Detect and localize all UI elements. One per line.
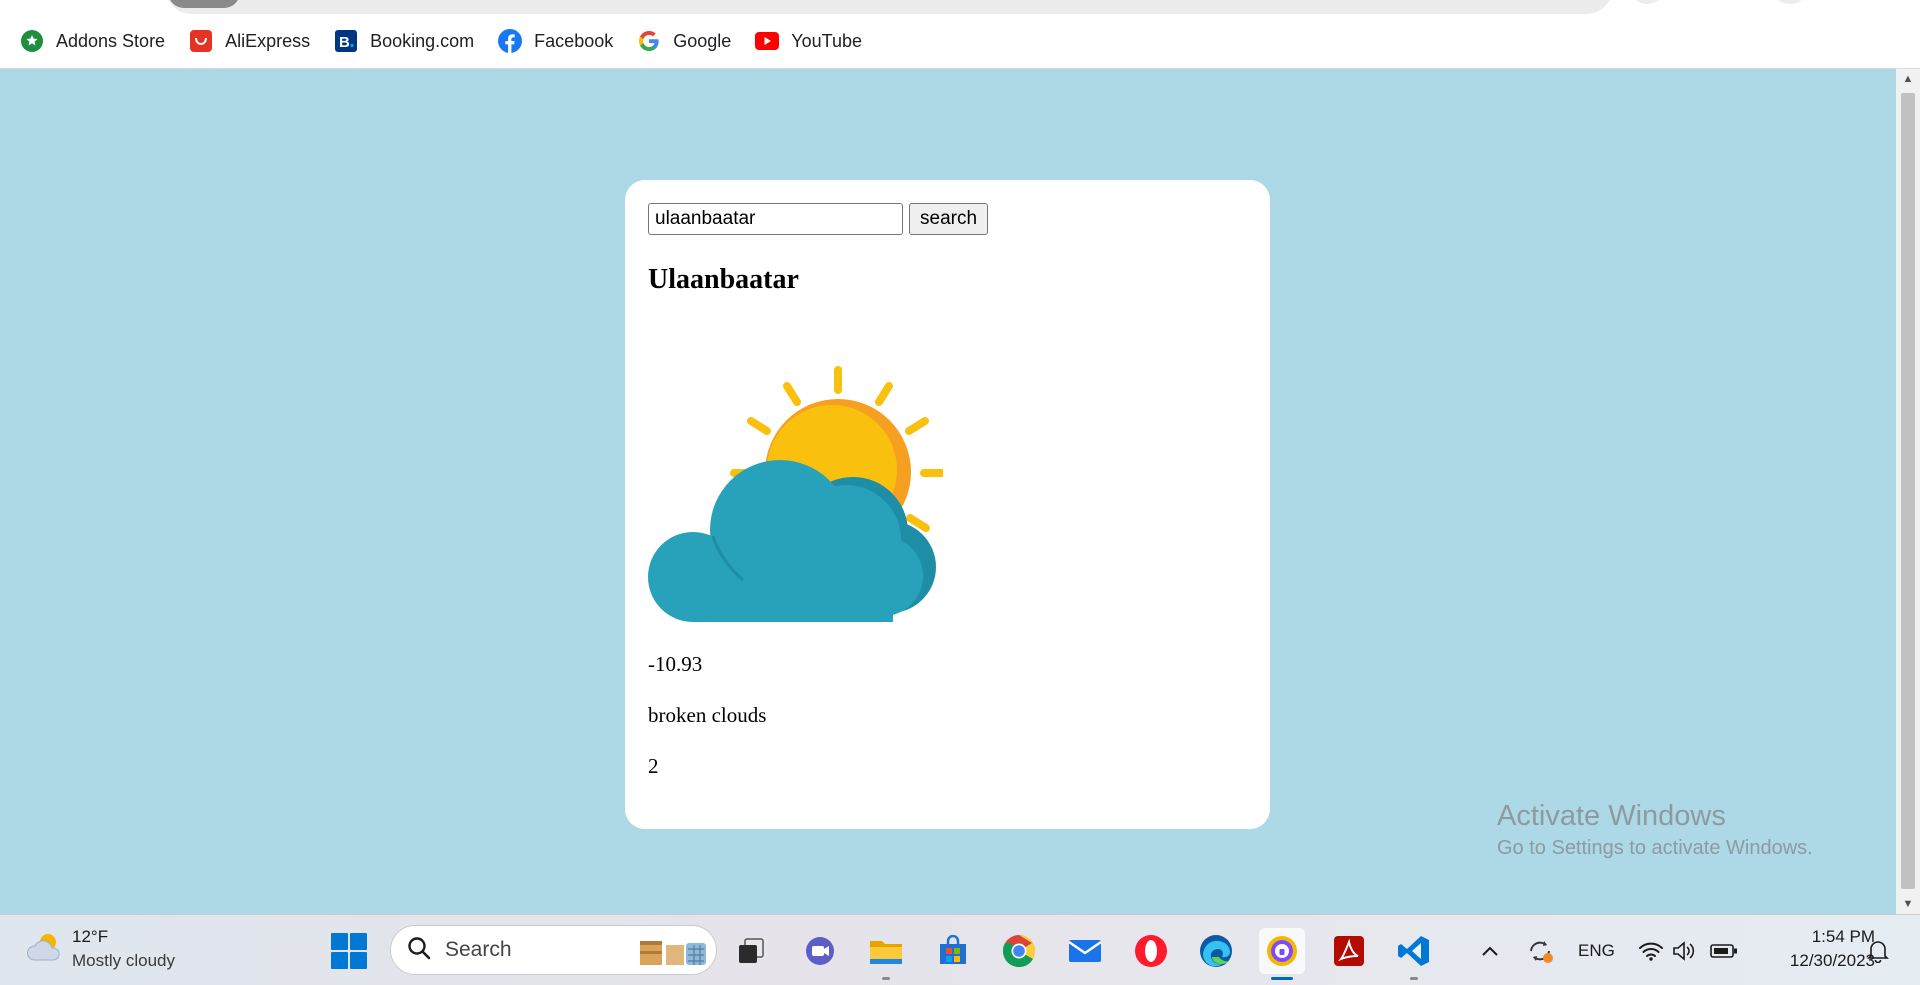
start-icon[interactable] (331, 933, 367, 969)
volume-icon[interactable] (1672, 915, 1696, 985)
bookmark-label: AliExpress (225, 30, 311, 51)
taskbar-weather-widget[interactable]: 12°F Mostly cloudy (26, 925, 175, 973)
vpn-icon[interactable] (1259, 928, 1305, 980)
temperature-value: -10.93 (648, 652, 703, 676)
toolbar-button[interactable] (1632, 0, 1662, 4)
search-row: search (648, 203, 989, 235)
sun-behind-cloud-icon (648, 362, 946, 622)
addons-store-icon (20, 29, 44, 53)
scroll-down-icon[interactable]: ▼ (1896, 894, 1920, 914)
search-button[interactable]: search (909, 203, 989, 235)
booking-icon: B (334, 29, 358, 53)
wifi-icon[interactable] (1638, 915, 1664, 985)
page-scrollbar[interactable]: ▲ ▼ (1896, 69, 1920, 914)
bookmark-facebook[interactable]: Facebook (498, 29, 613, 53)
battery-icon[interactable] (1710, 915, 1738, 985)
taskbar-clock[interactable]: 1:54 PM 12/30/2023 (1755, 925, 1875, 973)
watermark-subtitle: Go to Settings to activate Windows. (1497, 837, 1813, 859)
opera-icon[interactable] (1128, 928, 1174, 974)
bookmark-label: YouTube (791, 30, 863, 51)
input-language-indicator[interactable]: ENG (1578, 915, 1615, 985)
partly-cloudy-icon (26, 930, 64, 969)
bookmark-youtube[interactable]: YouTube (755, 29, 862, 53)
search-highlight-icon (636, 933, 710, 969)
youtube-icon (755, 29, 780, 53)
city-search-input[interactable] (648, 203, 903, 235)
sync-icon[interactable] (1525, 915, 1555, 985)
taskbar-temperature: 12°F (72, 927, 109, 946)
acrobat-icon[interactable] (1326, 928, 1372, 974)
scroll-up-icon[interactable]: ▲ (1896, 69, 1920, 89)
chrome-icon[interactable] (996, 928, 1042, 974)
watermark-title: Activate Windows (1497, 800, 1726, 832)
bookmark-label: Booking.com (370, 30, 475, 51)
clock-time: 1:54 PM (1811, 927, 1875, 946)
bookmark-booking[interactable]: B Booking.com (334, 29, 474, 53)
search-icon (407, 936, 431, 965)
task-view-icon[interactable] (728, 928, 774, 974)
microsoft-store-icon[interactable] (930, 928, 976, 974)
vscode-icon[interactable] (1391, 928, 1437, 980)
activate-windows-watermark: Activate Windows Go to Settings to activ… (1497, 800, 1813, 860)
bookmark-label: Facebook (534, 30, 614, 51)
facebook-icon (498, 29, 523, 53)
scroll-thumb[interactable] (1901, 93, 1915, 889)
bookmark-addons-store[interactable]: Addons Store (20, 29, 165, 53)
bookmark-google[interactable]: Google (637, 29, 731, 53)
bookmark-label: Google (673, 30, 732, 51)
google-icon (637, 29, 661, 53)
file-explorer-icon[interactable] (863, 928, 909, 980)
bookmark-aliexpress[interactable]: AliExpress (189, 29, 310, 53)
extra-value: 2 (648, 754, 659, 778)
taskbar-search-box[interactable]: Search (390, 925, 717, 975)
city-name: Ulaanbaatar (648, 264, 799, 295)
svg-text:B: B (339, 34, 350, 51)
teams-meet-icon[interactable] (797, 928, 843, 974)
browser-toolbar: Addons Store AliExpress B Booking.com Fa… (0, 0, 1920, 69)
weather-card: search Ulaanbaatar (625, 180, 1270, 829)
bookmark-label: Addons Store (56, 30, 166, 51)
aliexpress-icon (189, 29, 213, 53)
weather-description: broken clouds (648, 703, 767, 727)
taskbar-search-placeholder: Search (445, 938, 512, 961)
taskbar-condition: Mostly cloudy (72, 951, 175, 970)
edge-icon[interactable] (1193, 928, 1239, 974)
clock-date: 12/30/2023 (1789, 951, 1875, 970)
site-info-button[interactable] (168, 0, 240, 8)
notification-bell-icon[interactable] (1867, 915, 1889, 985)
profile-avatar[interactable] (1775, 0, 1805, 4)
show-hidden-icons-chevron-icon[interactable] (1480, 915, 1500, 985)
taskbar: 12°F Mostly cloudy Search ENG 1:54 PM 12… (0, 914, 1920, 985)
bookmarks-bar: Addons Store AliExpress B Booking.com Fa… (20, 27, 862, 55)
mail-icon[interactable] (1062, 928, 1108, 974)
address-bar[interactable] (165, 0, 1613, 14)
